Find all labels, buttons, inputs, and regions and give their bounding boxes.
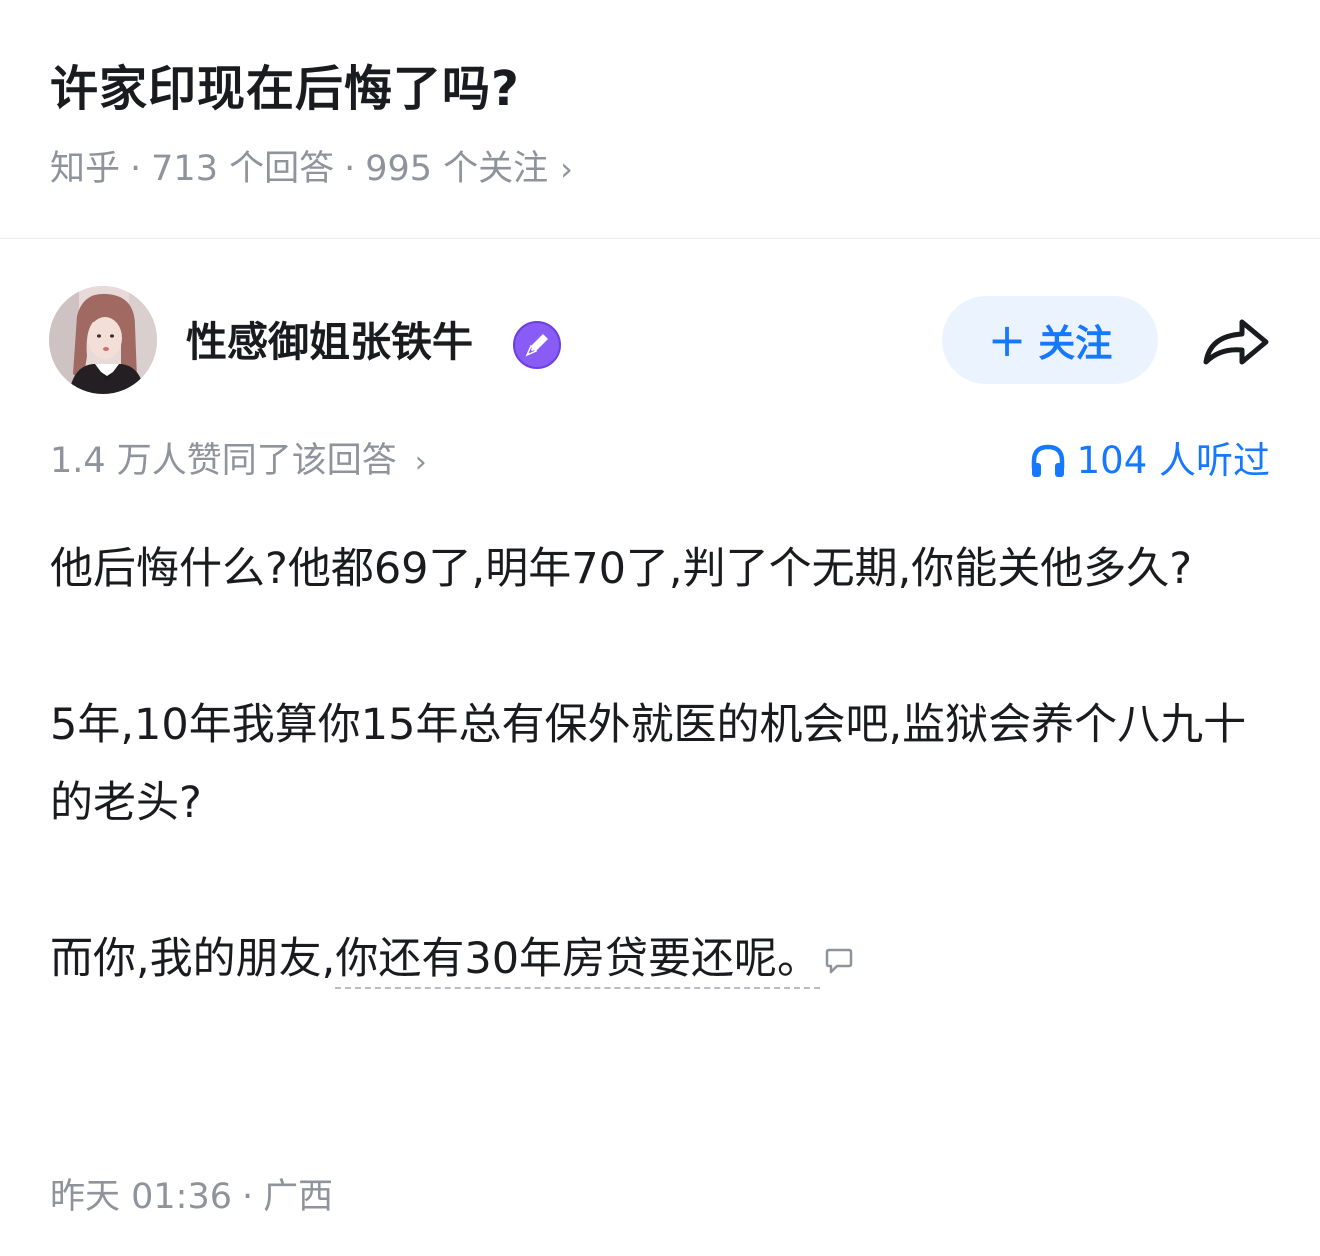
answer-paragraph: 他后悔什么?他都69了,明年70了,判了个无期,你能关他多久? xyxy=(50,544,1193,594)
follow-label: 关注 xyxy=(1038,322,1113,365)
vote-count: 1.4 万人赞同了该回答 xyxy=(50,441,397,481)
meta-separator: · xyxy=(242,1177,254,1217)
highlighted-text[interactable]: 你还有30年房贷要还呢。 xyxy=(335,934,820,984)
answer-paragraph: 而你,我的朋友,你还有30年房贷要还呢。 xyxy=(50,920,1272,1001)
avatar[interactable] xyxy=(49,286,157,394)
answer-content: 他后悔什么?他都69了,明年70了,判了个无期,你能关他多久? 5年,10年我算… xyxy=(50,530,1272,1001)
follower-count: 995 个关注 xyxy=(365,149,549,189)
meta-separator: · xyxy=(130,149,142,189)
author-name[interactable]: 性感御姐张铁牛 xyxy=(186,314,473,370)
answer-count: 713 个回答 xyxy=(151,149,335,189)
comment-bubble-icon[interactable] xyxy=(824,923,854,1001)
headphones-icon xyxy=(1031,444,1064,477)
vote-summary[interactable]: 1.4 万人赞同了该回答 › xyxy=(50,436,427,488)
share-arrow-icon[interactable] xyxy=(1200,312,1272,372)
paragraph-text: 而你,我的朋友, xyxy=(50,934,336,984)
source-label: 知乎 xyxy=(50,149,121,189)
author-row: 性感御姐张铁牛 + 关注 xyxy=(0,286,1320,398)
chevron-right-icon: › xyxy=(414,445,427,480)
plus-icon: + xyxy=(987,313,1027,367)
answer-footer: 昨天 01:36 · 广西 xyxy=(50,1172,333,1222)
listen-text: 104 人听过 xyxy=(1076,439,1270,482)
chevron-right-icon: › xyxy=(560,150,573,188)
question-title[interactable]: 许家印现在后悔了吗? xyxy=(50,56,520,122)
follow-button[interactable]: + 关注 xyxy=(942,296,1158,384)
answer-paragraph: 5年,10年我算你15年总有保外就医的机会吧,监狱会养个八九十的老头? xyxy=(50,700,1247,828)
stats-row: 1.4 万人赞同了该回答 › 104 人听过 xyxy=(0,436,1320,486)
post-location: 广西 xyxy=(263,1177,334,1217)
question-header: 许家印现在后悔了吗? 知乎 · 713 个回答 · 995 个关注 › xyxy=(0,0,1320,239)
meta-separator: · xyxy=(344,149,356,189)
listen-count[interactable]: 104 人听过 xyxy=(1029,436,1270,486)
pen-badge-icon[interactable] xyxy=(512,320,562,370)
post-time: 昨天 01:36 xyxy=(50,1177,232,1217)
question-meta[interactable]: 知乎 · 713 个回答 · 995 个关注 › xyxy=(50,146,573,192)
